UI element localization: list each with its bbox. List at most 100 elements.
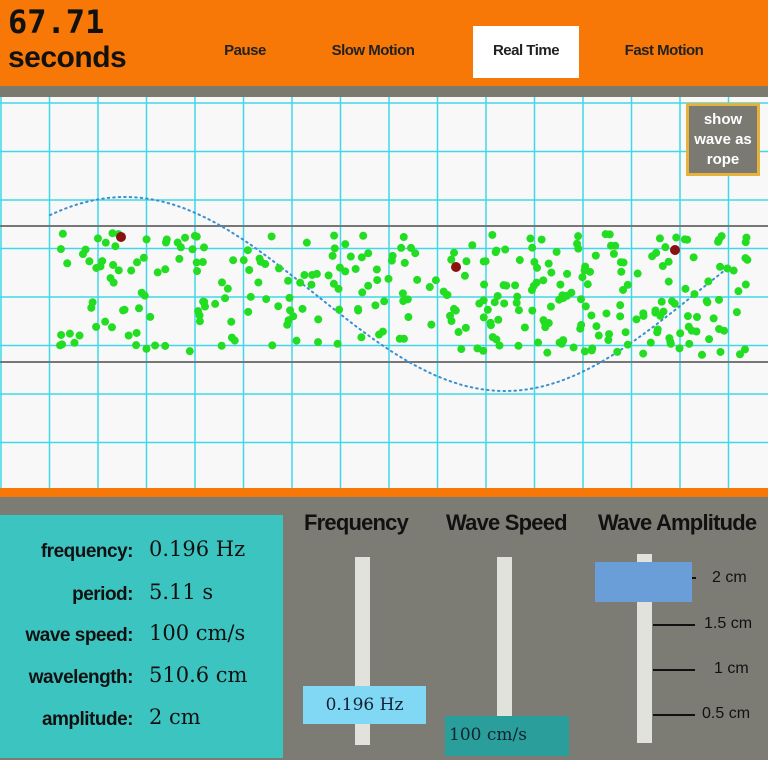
wave-speed-slider-track[interactable] <box>497 557 512 722</box>
real-time-button[interactable]: Real Time <box>473 26 579 78</box>
particle <box>685 339 694 348</box>
particle <box>511 281 520 290</box>
particle <box>447 317 456 326</box>
slow-motion-button[interactable]: Slow Motion <box>318 26 428 78</box>
particle <box>697 350 706 359</box>
amplitude-slider-handle[interactable] <box>595 562 692 602</box>
particle <box>494 315 503 324</box>
value: 2 cm <box>149 705 201 729</box>
particle <box>92 322 101 331</box>
particle <box>556 280 565 289</box>
particle <box>675 344 684 353</box>
fast-motion-button[interactable]: Fast Motion <box>612 26 716 78</box>
particle <box>175 254 184 263</box>
particle <box>563 269 572 278</box>
wave-speed-slider-handle[interactable]: 100 cm/s <box>445 716 569 756</box>
particle <box>357 333 366 342</box>
particle <box>657 297 666 306</box>
particle <box>483 305 492 314</box>
particle <box>547 268 556 277</box>
particle <box>462 257 471 266</box>
particle <box>537 235 546 244</box>
particle <box>692 312 701 321</box>
particle <box>274 264 283 273</box>
tick-label: 0.5 cm <box>702 705 751 722</box>
particle <box>616 301 625 310</box>
particle <box>284 276 293 285</box>
particle <box>574 232 583 241</box>
particle <box>296 278 305 287</box>
particle <box>609 249 618 258</box>
particle <box>500 299 509 308</box>
particle <box>479 346 488 355</box>
simulation-canvas <box>0 97 768 490</box>
particle <box>88 298 97 307</box>
value: 100 cm/s <box>149 621 246 645</box>
particle <box>658 262 667 271</box>
particle <box>594 331 603 340</box>
particle <box>651 308 660 317</box>
particle <box>314 338 323 347</box>
time-unit: seconds <box>8 41 127 74</box>
particle <box>254 278 263 287</box>
particle <box>481 257 490 266</box>
particle <box>623 340 632 349</box>
particle <box>107 323 116 332</box>
particle <box>735 350 744 359</box>
particle <box>544 259 553 268</box>
info-amplitude: amplitude: 2 cm <box>0 701 283 741</box>
particle <box>621 328 630 337</box>
particle <box>577 295 586 304</box>
particle <box>200 243 209 252</box>
divider <box>0 488 768 497</box>
particle <box>501 245 510 254</box>
particle <box>587 346 596 355</box>
tick-label: 1.5 cm <box>704 615 753 632</box>
particle <box>230 336 239 345</box>
particle <box>741 280 750 289</box>
particle <box>354 304 363 313</box>
particle <box>298 304 307 313</box>
particle <box>534 338 543 347</box>
show-wave-as-rope-button[interactable]: show wave as rope <box>686 103 760 176</box>
particle <box>486 321 495 330</box>
wave-simulation <box>0 97 768 490</box>
particle <box>400 258 409 267</box>
particle <box>246 292 255 301</box>
particle <box>681 284 690 293</box>
marked-particle <box>116 232 126 242</box>
particle <box>499 281 508 290</box>
particle <box>515 256 524 265</box>
particle <box>217 278 226 287</box>
particle <box>192 258 201 267</box>
particle <box>307 280 316 289</box>
particle <box>543 348 552 357</box>
particle <box>380 297 389 306</box>
particle <box>714 295 723 304</box>
tick-label: 2 cm <box>712 569 747 586</box>
particle <box>364 281 373 290</box>
particle <box>161 265 170 274</box>
particle <box>655 234 664 243</box>
particle <box>111 242 120 251</box>
particle <box>63 259 72 268</box>
particle <box>602 309 611 318</box>
value: 510.6 cm <box>149 663 248 687</box>
particle <box>684 322 693 331</box>
pause-button[interactable]: Pause <box>205 26 285 78</box>
particle <box>578 273 587 282</box>
top-bar: 67.71 seconds Pause Slow Motion Real Tim… <box>0 0 768 86</box>
particle <box>223 284 232 293</box>
particle <box>449 304 458 313</box>
particle <box>581 302 590 311</box>
tick-mark <box>653 624 695 626</box>
particle <box>92 263 101 272</box>
particle <box>587 311 596 320</box>
particle <box>244 307 253 316</box>
particle <box>715 325 724 334</box>
frequency-slider-handle[interactable]: 0.196 Hz <box>303 686 426 724</box>
particle <box>454 328 463 337</box>
value: 0.196 Hz <box>149 537 246 561</box>
particle <box>704 277 713 286</box>
particle <box>58 340 67 349</box>
